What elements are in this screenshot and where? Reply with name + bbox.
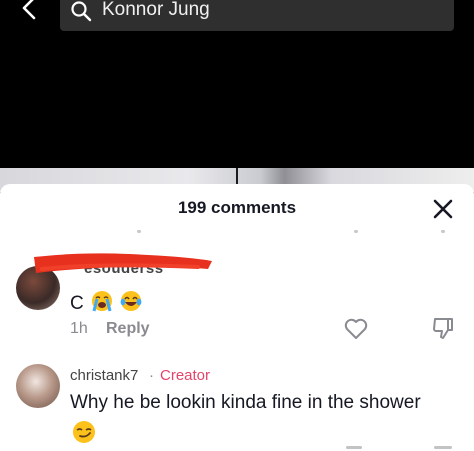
comment-text: Why he be lookin kinda fine in the showe… [70, 392, 421, 413]
search-input[interactable]: Konnor Jung [60, 0, 454, 31]
loudly-crying-face-emoji [92, 291, 113, 312]
comments-sheet: 199 comments esouderss C 1h Reply christ… [0, 184, 474, 451]
heart-icon[interactable] [344, 318, 368, 340]
avatar[interactable] [16, 364, 60, 408]
comment-text: C [70, 290, 142, 315]
close-icon[interactable] [430, 196, 456, 222]
comments-count-title: 199 comments [177, 198, 297, 217]
search-icon [71, 1, 92, 22]
back-arrow-icon[interactable] [14, 0, 44, 26]
comment-username[interactable]: christank7 [70, 367, 138, 384]
redaction-scribble [34, 253, 212, 273]
comment-timestamp: 1h [70, 320, 88, 337]
reply-button[interactable]: Reply [106, 320, 150, 338]
tears-of-joy-face-emoji [120, 291, 142, 311]
top-bar: Konnor Jung [0, 0, 474, 170]
search-query-text: Konnor Jung [102, 0, 210, 20]
smirking-face-emoji [73, 421, 95, 443]
separator-dot: · [149, 367, 154, 384]
comment-text-content: C [70, 293, 84, 314]
creator-badge: Creator [160, 367, 211, 384]
thumbs-down-icon[interactable] [431, 316, 455, 340]
